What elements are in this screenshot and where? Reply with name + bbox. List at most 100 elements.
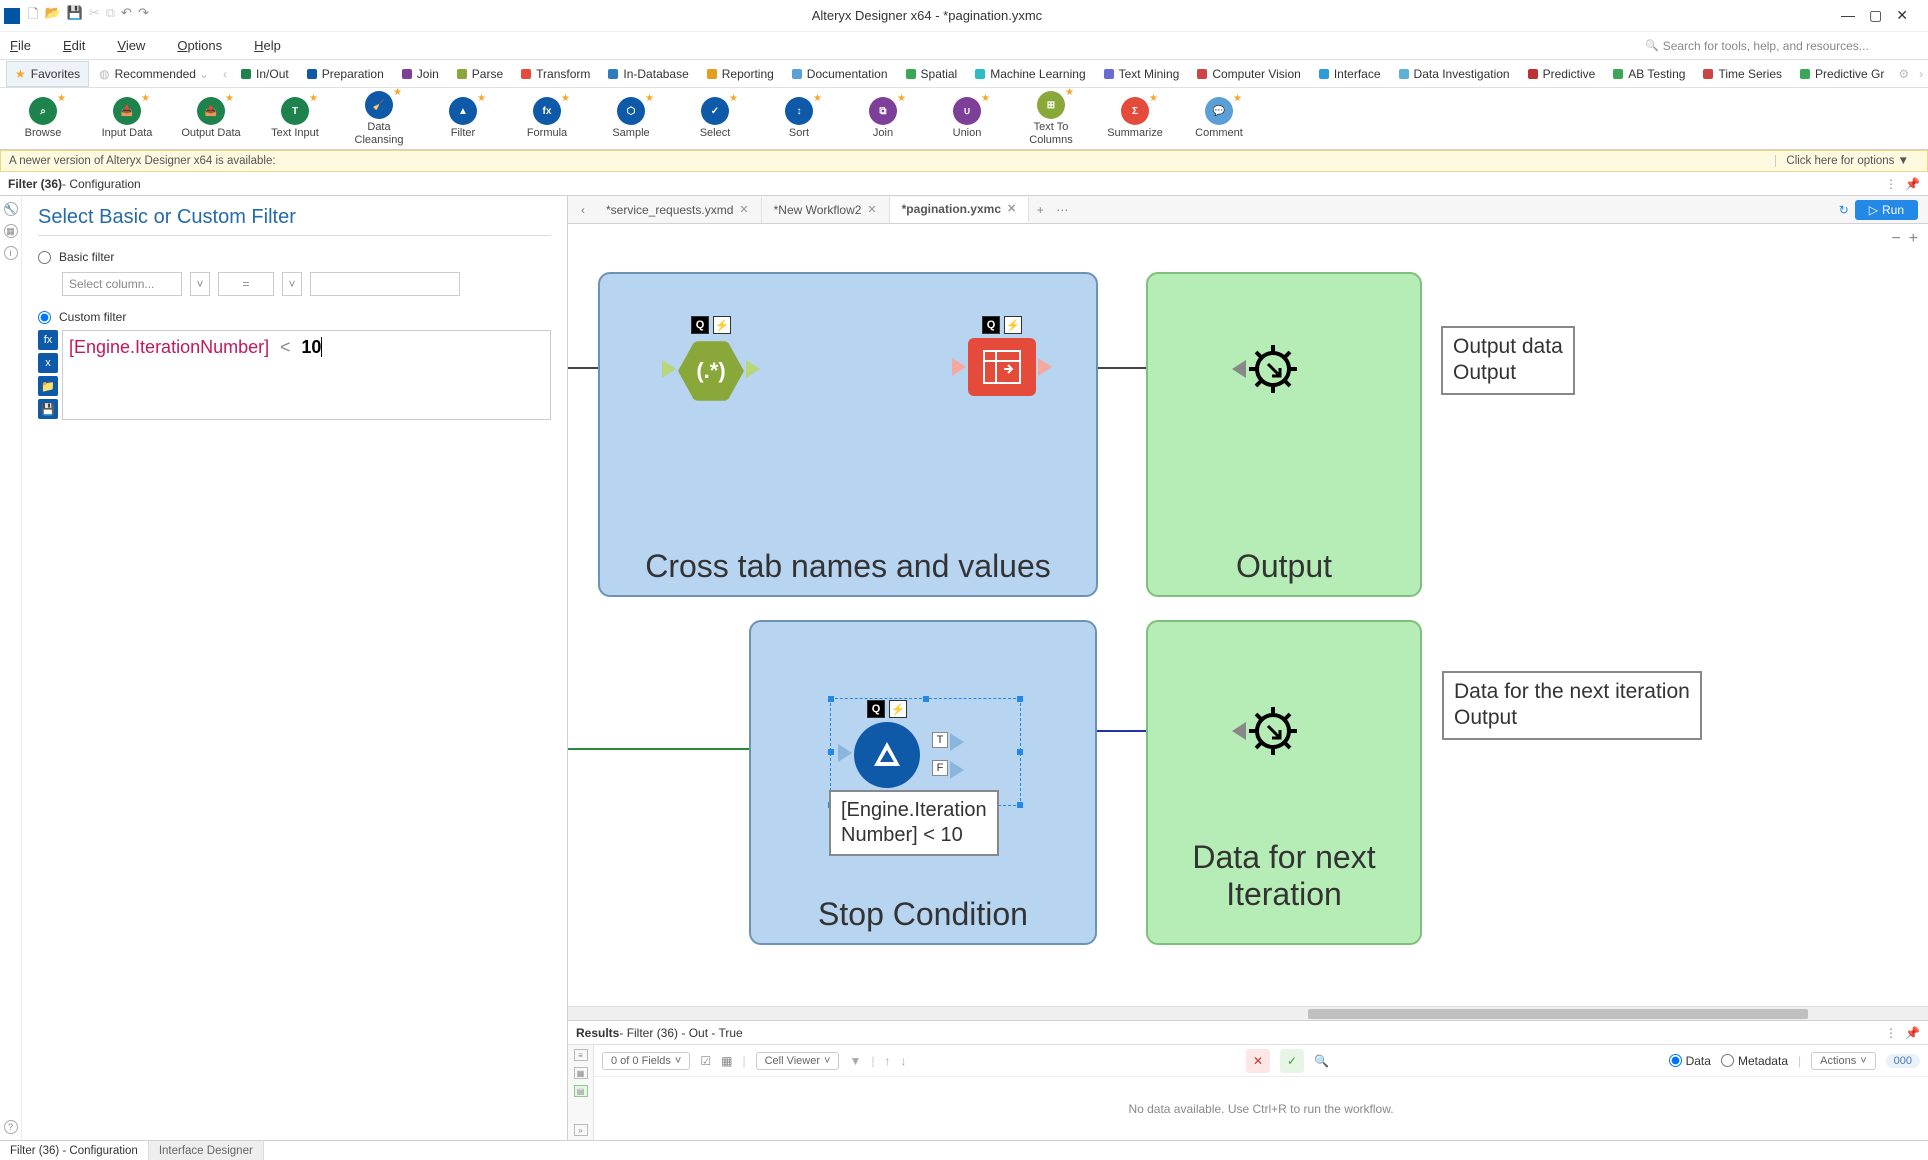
qa-cut-icon[interactable]: ✂ (89, 5, 100, 27)
category-reporting[interactable]: Reporting (699, 61, 782, 87)
annotation-next-iter[interactable]: Data for the next iteration Output (1442, 671, 1702, 740)
sort-down-icon[interactable]: ↓ (900, 1054, 906, 1068)
menu-edit[interactable]: Edit (63, 38, 85, 53)
expression-editor[interactable]: [Engine.IterationNumber] < 10 (62, 330, 551, 420)
category-preparation[interactable]: Preparation (299, 61, 392, 87)
category-text-mining[interactable]: Text Mining (1096, 61, 1188, 87)
grid-icon[interactable]: ▦ (721, 1054, 732, 1068)
status-tab-config[interactable]: Filter (36) - Configuration (0, 1141, 149, 1160)
run-history-icon[interactable]: ↻ (1839, 203, 1849, 217)
cfg-tab-annot-icon[interactable]: i (4, 246, 18, 260)
select-column-dropdown[interactable]: Select column... (62, 272, 182, 296)
container-output[interactable]: Output (1146, 272, 1422, 597)
node-regex[interactable]: Q⚡ (.*) (678, 316, 744, 404)
category-predictive-gr[interactable]: Predictive Gr (1792, 61, 1892, 87)
var-button[interactable]: x (38, 353, 58, 373)
category-spatial[interactable]: Spatial (898, 61, 966, 87)
canvas-hscroll[interactable] (568, 1006, 1928, 1020)
qa-undo-icon[interactable]: ↶ (121, 5, 132, 27)
metadata-radio[interactable]: Metadata (1721, 1054, 1788, 1068)
menu-help[interactable]: Help (254, 38, 281, 53)
category-machine-learning[interactable]: Machine Learning (967, 61, 1093, 87)
category-favorites[interactable]: ★Favorites (6, 61, 89, 87)
tab-prev-icon[interactable]: ‹ (572, 203, 594, 217)
select-column-chevron-icon[interactable]: ˅ (190, 272, 210, 296)
config-pin-icon[interactable]: 📌 (1905, 177, 1920, 191)
node-macro-output-2[interactable] (1246, 704, 1300, 758)
folder-button[interactable]: 📁 (38, 376, 58, 396)
category-predictive[interactable]: Predictive (1520, 61, 1604, 87)
basic-filter-radio[interactable]: Basic filter (38, 250, 551, 264)
cfg-tab-xml-icon[interactable]: ▦ (4, 224, 18, 238)
annotation-output[interactable]: Output data Output (1441, 326, 1575, 395)
node-filter[interactable]: Q⚡ T F (854, 700, 920, 788)
palette-tool-output-data[interactable]: ★📤Output Data (178, 97, 244, 139)
qa-copy-icon[interactable]: ⧉ (106, 5, 115, 27)
palette-tool-filter[interactable]: ★▲Filter (430, 97, 496, 139)
false-port-label[interactable]: F (932, 760, 948, 776)
palette-tool-data-cleansing[interactable]: ★🧹Data Cleansing (346, 91, 412, 145)
sort-up-icon[interactable]: ↑ (884, 1054, 890, 1068)
cellviewer-dropdown[interactable]: Cell Viewer ˅ (756, 1052, 840, 1070)
qa-open-icon[interactable]: 📂 (44, 5, 60, 27)
palette-tool-sample[interactable]: ★⬡Sample (598, 97, 664, 139)
palette-tool-join[interactable]: ★⧉Join (850, 97, 916, 139)
close-tab-icon[interactable]: ✕ (1007, 202, 1016, 215)
results-view2-icon[interactable]: ▦ (574, 1067, 588, 1079)
operator-chevron-icon[interactable]: ˅ (282, 272, 302, 296)
cat-scroll-left-icon[interactable]: ‹ (219, 67, 231, 81)
category-ab-testing[interactable]: AB Testing (1605, 61, 1693, 87)
palette-tool-select[interactable]: ★✓Select (682, 97, 748, 139)
menu-view[interactable]: View (117, 38, 145, 53)
category-join[interactable]: Join (394, 61, 447, 87)
cfg-help-icon[interactable]: ? (4, 1120, 18, 1134)
palette-tool-input-data[interactable]: ★📥Input Data (94, 97, 160, 139)
qa-save-icon[interactable]: 💾 (67, 5, 83, 27)
category-interface[interactable]: Interface (1311, 61, 1389, 87)
category-data-investigation[interactable]: Data Investigation (1391, 61, 1518, 87)
true-port-label[interactable]: T (932, 732, 948, 748)
category-time-series[interactable]: Time Series (1695, 61, 1790, 87)
cat-scroll-right-icon[interactable]: › (1915, 67, 1927, 81)
data-radio[interactable]: Data (1669, 1054, 1711, 1068)
results-view3-icon[interactable]: ▤ (574, 1085, 588, 1097)
qa-redo-icon[interactable]: ↷ (138, 5, 149, 27)
notice-options[interactable]: Click here for options ▼ (1775, 155, 1919, 167)
palette-tool-summarize[interactable]: ★ΣSummarize (1102, 97, 1168, 139)
results-search-icon[interactable]: 🔍 (1314, 1054, 1329, 1068)
workflow-canvas[interactable]: − + Cross tab names and values Output St… (568, 224, 1928, 1020)
category-in-database[interactable]: In-Database (600, 61, 696, 87)
run-button[interactable]: ▷ Run (1855, 200, 1918, 220)
custom-filter-radio[interactable]: Custom filter (38, 310, 551, 324)
fx-button[interactable]: fx (38, 330, 58, 350)
results-pin-icon[interactable]: 📌 (1905, 1026, 1920, 1040)
config-menu-icon[interactable]: ⋮ (1885, 177, 1897, 191)
container-next-iter[interactable]: Data for next Iteration (1146, 620, 1422, 945)
category-transform[interactable]: Transform (513, 61, 598, 87)
operator-dropdown[interactable]: = (218, 272, 274, 296)
minimize-button[interactable]: — (1841, 7, 1855, 24)
palette-tool-sort[interactable]: ★↕Sort (766, 97, 832, 139)
close-button[interactable]: ✕ (1896, 7, 1908, 24)
actions-dropdown[interactable]: Actions ˅ (1811, 1052, 1876, 1070)
category-documentation[interactable]: Documentation (784, 61, 896, 87)
doc-tab[interactable]: *service_requests.yxmd✕ (594, 197, 762, 223)
global-search[interactable]: Search for tools, help, and resources... (1638, 35, 1918, 57)
close-tab-icon[interactable]: ✕ (739, 203, 748, 216)
close-tab-icon[interactable]: ✕ (867, 203, 876, 216)
value-input[interactable] (310, 272, 460, 296)
palette-tool-comment[interactable]: ★💬Comment (1186, 97, 1252, 139)
results-cancel-button[interactable]: ✕ (1246, 1049, 1270, 1073)
results-view1-icon[interactable]: ≡ (574, 1049, 588, 1061)
status-tab-interface[interactable]: Interface Designer (149, 1141, 264, 1160)
results-menu-icon[interactable]: ⋮ (1885, 1026, 1897, 1040)
filter-icon[interactable]: ▼ (849, 1054, 861, 1068)
results-expand-icon[interactable]: » (574, 1124, 588, 1136)
category-computer-vision[interactable]: Computer Vision (1189, 61, 1309, 87)
menu-options[interactable]: Options (177, 38, 222, 53)
check-icon[interactable]: ☑ (700, 1054, 711, 1068)
category-in-out[interactable]: In/Out (233, 61, 297, 87)
menu-file[interactable]: File (10, 38, 31, 53)
palette-tool-text-to-columns[interactable]: ★⊞Text To Columns (1018, 91, 1084, 145)
tab-add-icon[interactable]: + (1029, 203, 1051, 217)
